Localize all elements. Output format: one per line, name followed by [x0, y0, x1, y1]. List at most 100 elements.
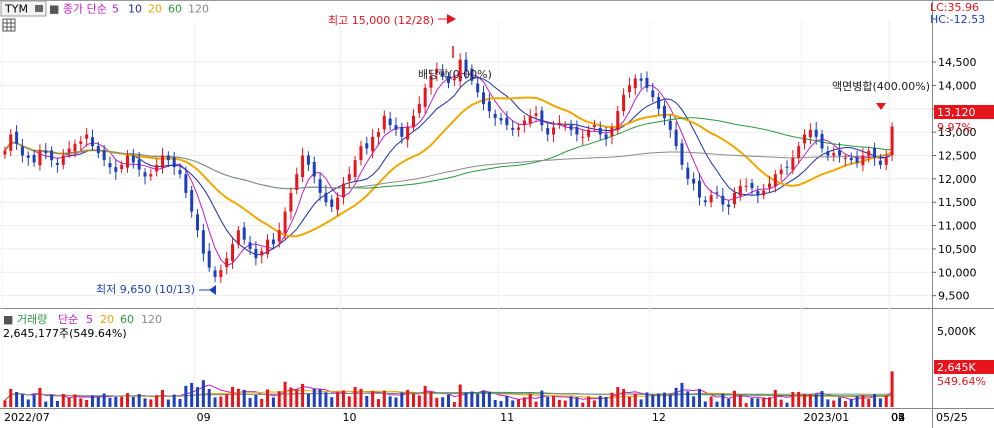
volume-bar	[820, 391, 824, 407]
volume-bar	[172, 394, 176, 407]
volume-bar	[429, 391, 433, 407]
x-tick-label: 2022/07	[4, 411, 50, 424]
volume-bar	[406, 389, 410, 407]
volume-bar	[738, 395, 742, 407]
volume-bar	[38, 387, 42, 407]
volume-bar	[225, 394, 229, 407]
volume-bar	[114, 396, 118, 407]
candle-body	[73, 143, 77, 152]
volume-ma-label: 단순	[58, 313, 78, 326]
volume-bar	[791, 392, 795, 407]
candle-body	[832, 153, 836, 156]
ma10-label: 10	[128, 3, 142, 16]
candle-body	[400, 126, 404, 137]
candle-body	[248, 242, 252, 249]
candle-body	[32, 155, 36, 163]
candle-body	[662, 105, 666, 119]
volume-bar	[528, 393, 532, 407]
candle-body	[546, 127, 550, 135]
ma120-label: 120	[188, 3, 209, 16]
candle-body	[394, 125, 398, 130]
candle-body	[575, 126, 579, 135]
volume-bar	[96, 396, 100, 407]
candle-body	[196, 214, 200, 231]
candle-body	[172, 157, 176, 168]
candle-body	[680, 143, 684, 165]
candle-body	[219, 269, 223, 277]
volume-bar	[254, 394, 258, 407]
volume-bar	[44, 401, 48, 407]
volume-bar	[452, 402, 456, 407]
volume-bar	[727, 398, 731, 407]
candle-body	[534, 113, 538, 116]
volume-bar	[487, 391, 491, 407]
x-tick-label: 05	[891, 411, 905, 424]
candle-body	[732, 192, 736, 205]
volume-bar	[196, 387, 200, 407]
candle-body	[476, 83, 480, 93]
volume-bar	[832, 400, 836, 407]
volume-bar	[231, 386, 235, 407]
volume-bar	[557, 399, 561, 407]
volume-bar	[435, 397, 439, 407]
volume-bar	[394, 397, 398, 407]
volume-bar	[79, 398, 83, 407]
candle-body	[744, 185, 748, 187]
volume-tick-5000k: 5,000K	[937, 325, 976, 338]
x-tick-label: 10	[343, 411, 357, 424]
candle-body	[155, 164, 159, 172]
volume-bar	[581, 402, 585, 407]
vol-ma20-label: 20	[100, 313, 114, 326]
volume-bar	[236, 388, 240, 407]
candle-body	[336, 197, 340, 210]
volume-bar	[534, 401, 538, 407]
volume-bar	[458, 384, 462, 407]
price-tick-label: 9,500	[938, 290, 970, 303]
candle-body	[166, 155, 170, 161]
volume-bar	[388, 396, 392, 407]
volume-bar	[890, 371, 894, 407]
volume-bar	[85, 399, 89, 407]
volume-bar	[505, 396, 509, 407]
volume-bar	[9, 388, 13, 407]
candle-body	[727, 204, 731, 207]
volume-bar	[867, 399, 871, 407]
candle-body	[90, 137, 94, 147]
volume-bar	[732, 390, 736, 407]
volume-bar	[627, 396, 631, 407]
candle-body	[178, 169, 182, 175]
volume-bar	[686, 391, 690, 407]
candle-body	[645, 77, 649, 88]
volume-bar	[750, 398, 754, 407]
grid-table-icon[interactable]	[2, 18, 16, 32]
candle-body	[277, 230, 281, 242]
candle-body	[417, 104, 421, 113]
candle-body	[318, 179, 322, 193]
volume-bar	[306, 393, 310, 407]
candle-body	[873, 148, 877, 158]
chart-canvas[interactable]: 14,50014,00013,50013,00012,50012,00011,5…	[0, 0, 994, 428]
candle-body	[26, 155, 30, 158]
candle-body	[861, 155, 865, 166]
candle-body	[301, 155, 305, 177]
candle-body	[482, 92, 486, 105]
candle-body	[843, 157, 847, 159]
volume-bar	[125, 393, 129, 407]
candle-body	[207, 250, 211, 268]
candle-body	[382, 115, 386, 130]
stock-chart[interactable]: 14,50014,00013,50013,00012,50012,00011,5…	[0, 0, 994, 428]
candle-body	[493, 113, 497, 119]
candle-body	[639, 78, 643, 81]
candle-body	[610, 127, 614, 137]
candle-body	[738, 185, 742, 196]
candle-body	[347, 174, 351, 181]
volume-bar	[493, 399, 497, 407]
x-tick-label: 09	[197, 411, 211, 424]
candle-body	[184, 174, 188, 193]
volume-bar	[744, 403, 748, 407]
volume-bar	[336, 392, 340, 407]
candle-body	[768, 183, 772, 188]
volume-bar	[102, 393, 106, 407]
volume-bar	[511, 400, 515, 407]
symbol-dropdown-icon[interactable]	[35, 5, 43, 12]
